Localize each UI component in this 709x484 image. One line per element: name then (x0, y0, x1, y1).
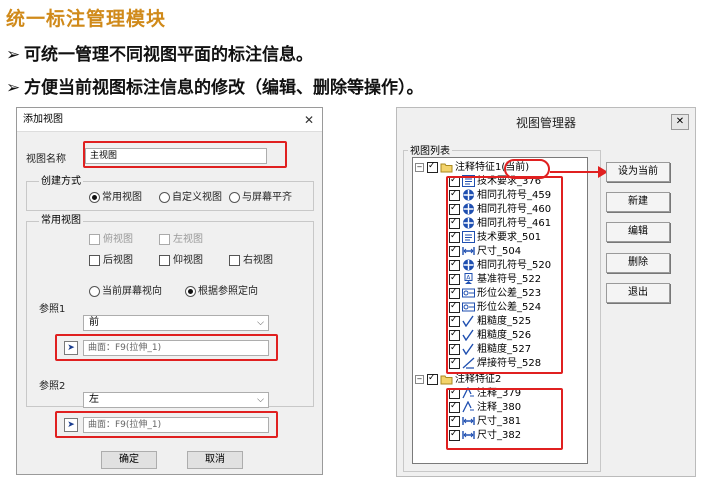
radio-screen-align[interactable]: 与屏幕平齐 (229, 188, 292, 203)
checkbox-right-view[interactable]: 右视图 (229, 251, 273, 266)
radio-common-view[interactable]: 常用视图 (89, 188, 142, 203)
view-list-label: 视图列表 (408, 142, 452, 157)
radio-icon (185, 285, 196, 297)
radio-icon (229, 191, 240, 203)
dialog-titlebar: 视图管理器 (515, 116, 576, 130)
tree-group[interactable]: −注释特征2 (415, 371, 501, 387)
arrow-icon (550, 166, 608, 178)
bullet-arrow-icon: ➢ (6, 78, 21, 98)
edit-button[interactable]: 编辑 (606, 222, 670, 242)
ok-button[interactable]: 确定 (101, 451, 157, 469)
radio-ref-orient[interactable]: 根据参照定向 (185, 282, 258, 297)
delete-button[interactable]: 删除 (606, 253, 670, 273)
checkbox-bottom-view[interactable]: 仰视图 (159, 251, 203, 266)
checkbox-left-view[interactable]: 左视图 (159, 230, 203, 245)
chevron-down-icon: ⌵ (257, 318, 264, 328)
checkbox-top-view[interactable]: 俯视图 (89, 230, 133, 245)
checkbox-icon[interactable] (427, 159, 438, 173)
add-view-dialog: 添加视图 ✕ 视图名称 主视图 创建方式 常用视图 自定义视图 与屏幕平齐 常用视… (16, 107, 323, 475)
common-views-label: 常用视图 (39, 211, 83, 226)
close-icon[interactable]: ✕ (671, 114, 689, 130)
ref1-select[interactable]: 前 ⌵ (83, 315, 269, 331)
new-button[interactable]: 新建 (606, 192, 670, 212)
ref1-label: 参照1 (39, 304, 66, 315)
radio-custom-view[interactable]: 自定义视图 (159, 188, 222, 203)
collapse-icon[interactable]: − (415, 374, 424, 384)
view-name-label: 视图名称 (26, 154, 66, 165)
collapse-icon[interactable]: − (415, 162, 424, 172)
highlight-box (446, 176, 563, 374)
ref2-select[interactable]: 左 ⌵ (83, 392, 269, 408)
folder-icon (440, 375, 453, 385)
bullet-arrow-icon: ➢ (6, 45, 21, 65)
highlight-box (55, 411, 278, 438)
bullet-2: ➢ 方便当前视图标注信息的修改（编辑、删除等操作）。 (6, 78, 424, 98)
radio-icon (89, 285, 100, 297)
chevron-down-icon: ⌵ (257, 395, 264, 405)
highlight-box (55, 334, 278, 361)
folder-icon (440, 163, 453, 173)
bullet-1: ➢ 可统一管理不同视图平面的标注信息。 (6, 45, 313, 65)
common-views-group (26, 221, 314, 407)
highlight-box (83, 141, 287, 168)
checkbox-back-view[interactable]: 后视图 (89, 251, 133, 266)
radio-screen-direction[interactable]: 当前屏幕视向 (89, 282, 162, 297)
radio-icon (159, 191, 170, 203)
checkbox-icon[interactable] (427, 371, 438, 385)
radio-icon (89, 191, 100, 203)
ref2-label: 参照2 (39, 381, 66, 392)
page-title: 统一标注管理模块 (6, 8, 167, 30)
dialog-titlebar: 添加视图 ✕ (17, 108, 322, 132)
create-mode-label: 创建方式 (39, 172, 83, 187)
highlight-box (446, 388, 563, 450)
exit-button[interactable]: 退出 (606, 283, 670, 303)
cancel-button[interactable]: 取消 (187, 451, 243, 469)
set-current-button[interactable]: 设为当前 (606, 162, 670, 182)
close-icon[interactable]: ✕ (304, 108, 314, 132)
